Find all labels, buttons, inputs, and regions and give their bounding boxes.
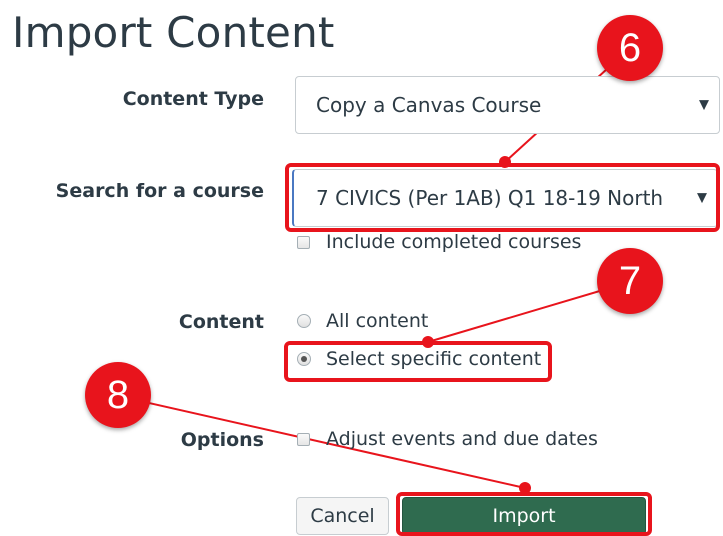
content-label: Content	[178, 311, 264, 333]
options-label: Options	[180, 429, 264, 451]
adjust-dates-label: Adjust events and due dates	[326, 428, 598, 450]
step-6-dot	[499, 156, 511, 168]
step-7-badge: 7	[597, 248, 663, 314]
content-type-label: Content Type	[122, 88, 264, 110]
step-6-highlight	[285, 163, 720, 232]
all-content-radio[interactable]	[297, 314, 311, 328]
content-type-select[interactable]: Copy a Canvas Course ▼	[295, 76, 720, 134]
search-course-label: Search for a course	[55, 180, 264, 202]
include-completed-checkbox[interactable]	[297, 235, 310, 249]
step-8-highlight	[396, 492, 652, 536]
step-7-highlight	[284, 341, 552, 382]
adjust-dates-checkbox[interactable]	[297, 432, 310, 446]
step-6-badge: 6	[597, 15, 663, 81]
radio-all-content[interactable]: All content	[297, 310, 428, 332]
step-8-badge: 8	[85, 362, 151, 428]
cancel-button[interactable]: Cancel	[296, 497, 389, 535]
include-completed-row[interactable]: Include completed courses	[297, 231, 581, 253]
include-completed-label: Include completed courses	[326, 231, 582, 253]
content-type-value: Copy a Canvas Course	[316, 93, 542, 117]
all-content-label: All content	[326, 310, 429, 332]
page-title: Import Content	[12, 8, 335, 57]
chevron-down-icon: ▼	[699, 97, 709, 113]
step-7-dot	[422, 336, 434, 348]
adjust-dates-row[interactable]: Adjust events and due dates	[297, 428, 598, 450]
step-8-dot	[519, 482, 531, 494]
